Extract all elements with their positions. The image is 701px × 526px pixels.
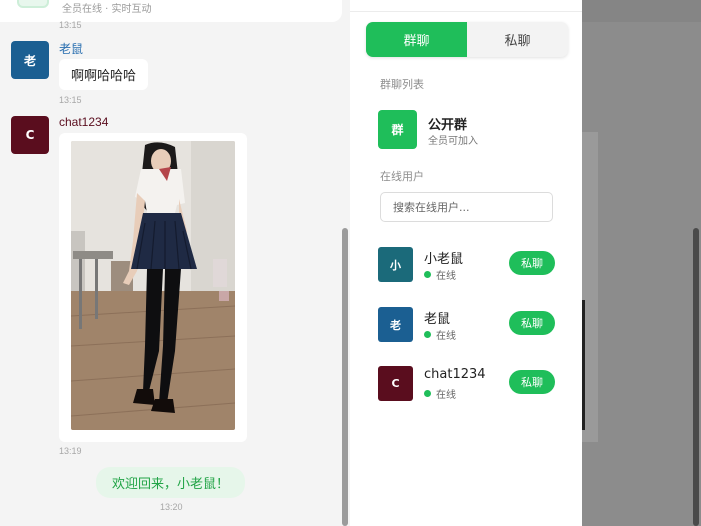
private-chat-button[interactable]: 私聊 — [509, 311, 555, 335]
message-timestamp: 13:19 — [59, 446, 82, 456]
avatar: C — [378, 366, 413, 401]
message-bubble: 啊啊哈哈哈 — [59, 59, 149, 90]
online-user-item[interactable]: C chat1234 在线 私聊 — [378, 366, 558, 402]
online-status-label: 在线 — [436, 271, 456, 282]
avatar[interactable]: 老 — [11, 41, 49, 79]
group-avatar: 群 — [378, 110, 417, 149]
system-message-timestamp: 13:20 — [160, 502, 183, 512]
group-name: 公开群 — [428, 118, 468, 133]
drawer-divider — [350, 11, 582, 12]
tab-group-chat[interactable]: 群聊 — [366, 22, 467, 57]
tab-private-chat[interactable]: 私聊 — [467, 22, 568, 57]
message-timestamp: 13:15 — [59, 95, 82, 105]
search-online-users-input[interactable] — [380, 192, 553, 222]
private-chat-button[interactable]: 私聊 — [509, 251, 555, 275]
online-user-name: 老鼠 — [424, 312, 451, 327]
online-dot-icon — [424, 271, 431, 278]
message-sender-name: 老鼠 — [59, 42, 84, 56]
system-welcome-message: 欢迎回来，小老鼠！ — [96, 467, 246, 498]
overlay-backdrop[interactable] — [582, 0, 701, 526]
online-status: 在线 — [424, 327, 456, 342]
group-description: 全员可加入 — [428, 136, 478, 147]
overlay-backdrop-edge — [582, 300, 585, 430]
private-chat-button[interactable]: 私聊 — [509, 370, 555, 394]
page-scrollbar[interactable] — [693, 228, 699, 526]
online-user-name: 小老鼠 — [424, 252, 464, 267]
message-timestamp: 13:15 — [59, 20, 82, 30]
avatar: 小 — [378, 247, 413, 282]
avatar[interactable]: C — [11, 116, 49, 154]
online-user-name: chat1234 — [424, 367, 486, 382]
online-status-label: 在线 — [436, 390, 456, 401]
drawer-tabs: 群聊 私聊 — [366, 22, 568, 57]
chat-panel: 全员在线 · 实时互动 13:15 老 老鼠 啊啊哈哈哈 13:15 C cha… — [0, 0, 350, 526]
avatar: 老 — [378, 307, 413, 342]
online-dot-icon — [424, 390, 431, 397]
online-dot-icon — [424, 331, 431, 338]
online-status: 在线 — [424, 386, 456, 401]
image-message[interactable] — [59, 133, 247, 442]
contacts-drawer: 群聊 私聊 群聊列表 群 公开群 全员可加入 在线用户 小 小老鼠 在线 私聊 … — [350, 0, 582, 526]
online-users-title: 在线用户 — [380, 170, 424, 183]
online-status-label: 在线 — [436, 331, 456, 342]
overlay-backdrop-header — [582, 0, 701, 22]
chat-header: 全员在线 · 实时互动 — [0, 0, 342, 22]
message-sender-name: chat1234 — [59, 115, 109, 129]
group-list-title: 群聊列表 — [380, 78, 424, 91]
online-status: 在线 — [424, 267, 456, 282]
chat-scrollbar[interactable] — [342, 228, 348, 526]
online-user-item[interactable]: 老 老鼠 在线 私聊 — [378, 307, 558, 343]
chat-room-icon — [17, 0, 49, 8]
chat-header-subtitle: 全员在线 · 实时互动 — [62, 4, 152, 15]
message-photo[interactable] — [71, 141, 235, 430]
online-user-item[interactable]: 小 小老鼠 在线 私聊 — [378, 247, 558, 283]
group-item-public[interactable]: 群 公开群 全员可加入 — [378, 110, 558, 150]
